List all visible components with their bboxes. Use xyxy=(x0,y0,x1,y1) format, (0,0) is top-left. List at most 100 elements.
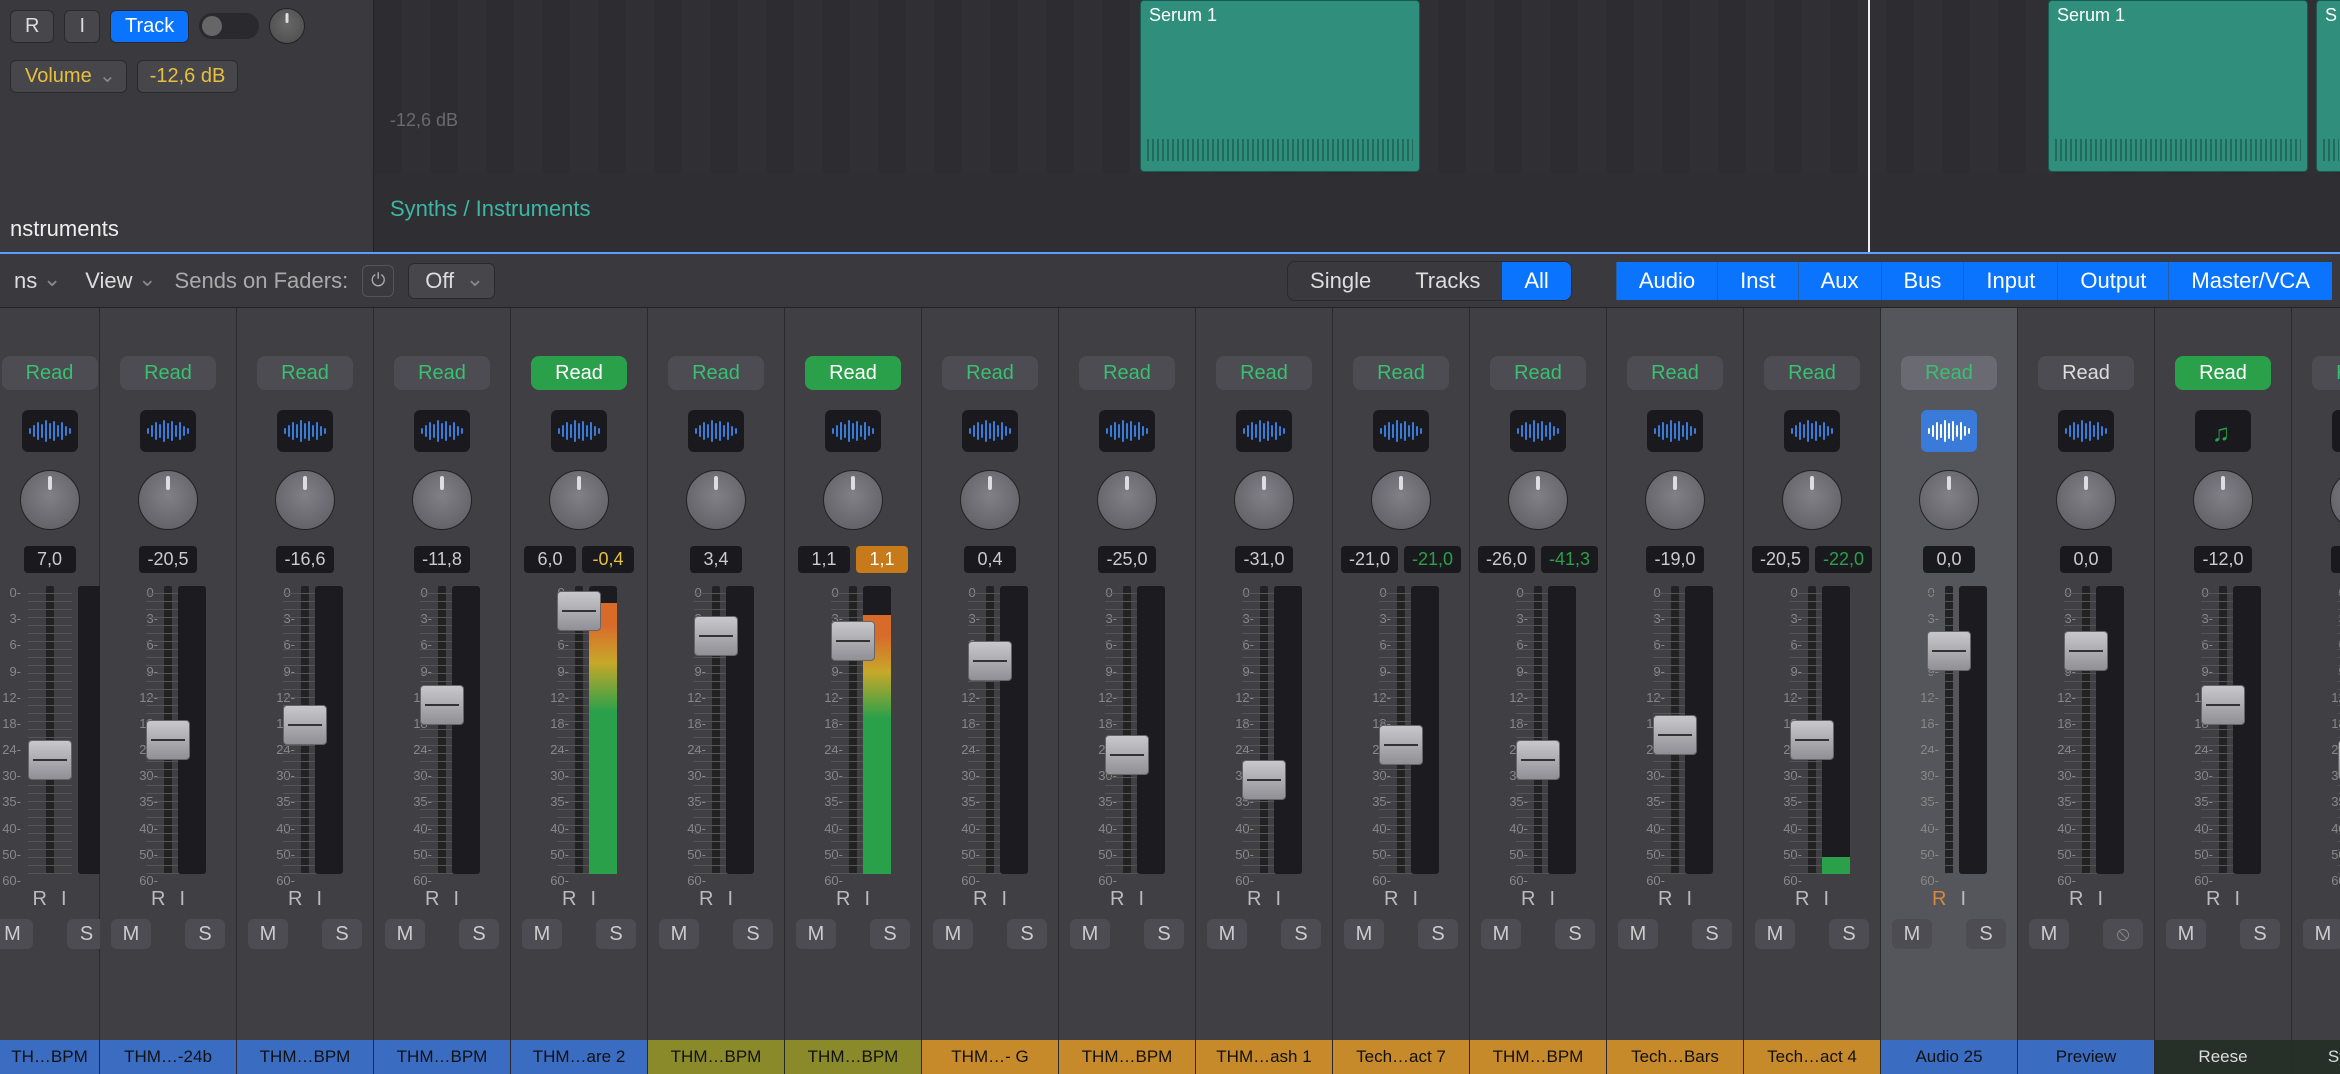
record-enable[interactable]: R xyxy=(699,888,713,911)
pan-knob[interactable] xyxy=(960,470,1020,530)
automation-read-button[interactable]: Read xyxy=(1764,356,1860,390)
pan-knob[interactable] xyxy=(1097,470,1157,530)
channel-name[interactable]: TH…BPM xyxy=(0,1040,99,1074)
automation-parameter-dropdown[interactable]: Volume xyxy=(10,60,127,93)
record-enable[interactable]: R xyxy=(425,888,439,911)
record-enable[interactable]: R xyxy=(1110,888,1124,911)
pan-knob[interactable] xyxy=(823,470,883,530)
filter-aux[interactable]: Aux xyxy=(1798,262,1881,300)
record-enable[interactable]: R xyxy=(1521,888,1535,911)
input-monitor[interactable]: I xyxy=(1275,888,1281,911)
input-monitor[interactable]: I xyxy=(2097,888,2103,911)
fader-value[interactable]: -19,0 xyxy=(1646,546,1703,573)
channel-icon[interactable] xyxy=(962,410,1018,452)
pan-knob[interactable] xyxy=(275,470,335,530)
fader-value[interactable]: -11,8 xyxy=(414,546,470,573)
pan-knob[interactable] xyxy=(2330,470,2340,530)
record-enable[interactable]: R xyxy=(2206,888,2220,911)
fader-value[interactable]: -20,5 xyxy=(1752,546,1809,573)
filter-inst[interactable]: Inst xyxy=(1717,262,1797,300)
mute-button[interactable]: M xyxy=(522,919,562,949)
fader-value[interactable]: 6,0 xyxy=(524,546,576,573)
input-monitor[interactable]: I xyxy=(179,888,185,911)
filter-output[interactable]: Output xyxy=(2057,262,2168,300)
mute-button[interactable]: M xyxy=(1344,919,1384,949)
pan-knob[interactable] xyxy=(549,470,609,530)
automation-read-button[interactable]: Read xyxy=(531,356,627,390)
pan-knob[interactable] xyxy=(2056,470,2116,530)
input-monitor[interactable]: I xyxy=(1960,888,1966,911)
midi-region[interactable]: Serum 1 xyxy=(2048,0,2308,172)
record-enable[interactable]: R xyxy=(151,888,165,911)
record-enable[interactable]: R xyxy=(1247,888,1261,911)
fader-value[interactable]: -12,0 xyxy=(2194,546,2251,573)
channel-name[interactable]: Preview xyxy=(2018,1040,2154,1074)
channel-icon[interactable] xyxy=(22,410,78,452)
mute-button[interactable]: M xyxy=(1618,919,1658,949)
fader-cap[interactable] xyxy=(1105,735,1149,775)
pan-knob[interactable] xyxy=(138,470,198,530)
mute-button[interactable]: M xyxy=(1481,919,1521,949)
pan-knob[interactable] xyxy=(412,470,472,530)
filter-audio[interactable]: Audio xyxy=(1616,262,1717,300)
channel-name[interactable]: THM…- G xyxy=(922,1040,1058,1074)
peak-value[interactable]: 1,1 xyxy=(856,546,908,573)
solo-button[interactable]: S xyxy=(1692,919,1732,949)
channel-icon[interactable] xyxy=(277,410,333,452)
record-enable[interactable]: R xyxy=(836,888,850,911)
peak-value[interactable]: -22,0 xyxy=(1815,546,1872,573)
solo-button[interactable]: S xyxy=(1555,919,1595,949)
input-monitor[interactable]: I xyxy=(864,888,870,911)
channel-name[interactable]: THM…BPM xyxy=(237,1040,373,1074)
mute-button[interactable]: M xyxy=(2166,919,2206,949)
view-dropdown[interactable]: View xyxy=(79,264,160,298)
channel-icon[interactable] xyxy=(2058,410,2114,452)
solo-button[interactable]: S xyxy=(2240,919,2280,949)
fader-cap[interactable] xyxy=(1653,715,1697,755)
automation-read-button[interactable]: Read xyxy=(394,356,490,390)
automation-read-button[interactable]: Read xyxy=(668,356,764,390)
record-enable[interactable]: R xyxy=(1384,888,1398,911)
automation-read-button[interactable]: Read xyxy=(1353,356,1449,390)
pan-knob[interactable] xyxy=(686,470,746,530)
channel-icon[interactable] xyxy=(688,410,744,452)
mixer-view-tracks[interactable]: Tracks xyxy=(1393,262,1502,300)
input-monitor[interactable]: I xyxy=(1412,888,1418,911)
channel-name[interactable]: Tech…Bars xyxy=(1607,1040,1743,1074)
input-monitor[interactable]: I xyxy=(2234,888,2240,911)
solo-button[interactable]: S xyxy=(1829,919,1869,949)
channel-name[interactable]: Audio 25 xyxy=(1881,1040,2017,1074)
solo-button[interactable]: S xyxy=(1281,919,1321,949)
input-monitor[interactable]: I xyxy=(727,888,733,911)
fader-cap[interactable] xyxy=(2064,631,2108,671)
automation-read-button[interactable]: Read xyxy=(2175,356,2271,390)
mixer-view-single[interactable]: Single xyxy=(1288,262,1393,300)
arrange-area[interactable]: -12,6 dB Synths / Instruments Serum 1Ser… xyxy=(374,0,2340,252)
channel-name[interactable]: THM…BPM xyxy=(648,1040,784,1074)
pan-knob[interactable] xyxy=(1782,470,1842,530)
fader-cap[interactable] xyxy=(28,740,72,780)
channel-name[interactable]: THM…BPM xyxy=(374,1040,510,1074)
channel-name[interactable]: THM…are 2 xyxy=(511,1040,647,1074)
fader-cap[interactable] xyxy=(146,720,190,760)
solo-button[interactable]: S xyxy=(1007,919,1047,949)
mute-button[interactable]: M xyxy=(385,919,425,949)
automation-read-button[interactable]: Read xyxy=(1216,356,1312,390)
fader-value[interactable]: -26,0 xyxy=(1478,546,1535,573)
solo-button[interactable]: S xyxy=(1418,919,1458,949)
channel-icon[interactable] xyxy=(1921,410,1977,452)
fader-value[interactable]: -16,6 xyxy=(276,546,333,573)
fader-cap[interactable] xyxy=(283,705,327,745)
mute-button[interactable]: M xyxy=(111,919,151,949)
fader-cap[interactable] xyxy=(420,685,464,725)
channel-icon[interactable] xyxy=(2332,410,2340,452)
sends-power-button[interactable]: ⏻ xyxy=(362,265,394,297)
automation-read-button[interactable]: Read xyxy=(1901,356,1997,390)
channel-icon[interactable] xyxy=(414,410,470,452)
automation-read-button[interactable]: Read xyxy=(2312,356,2340,390)
peak-value[interactable]: -21,0 xyxy=(1404,546,1461,573)
channel-icon[interactable] xyxy=(1373,410,1429,452)
input-monitor[interactable]: I xyxy=(1001,888,1007,911)
mute-button[interactable]: M xyxy=(1755,919,1795,949)
pan-knob[interactable] xyxy=(1645,470,1705,530)
